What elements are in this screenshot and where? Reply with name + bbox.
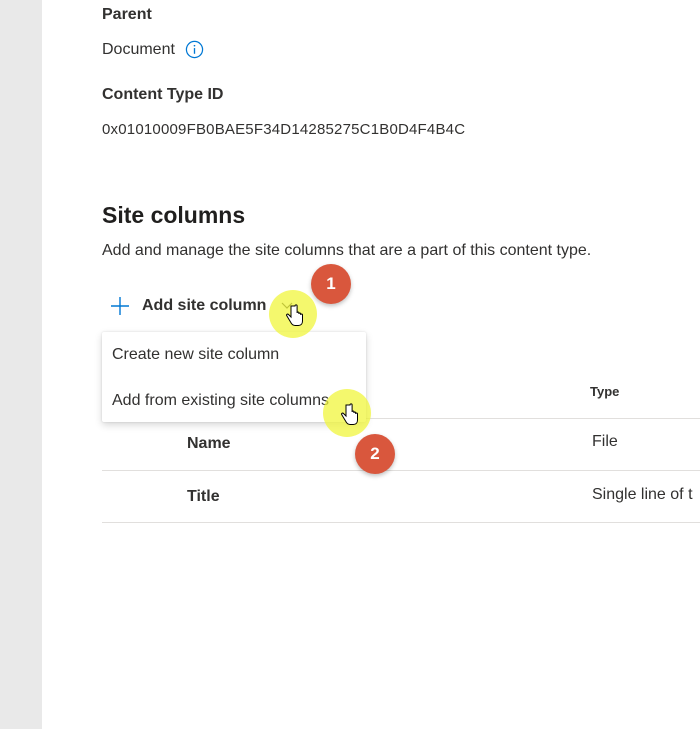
step-badge-1: 1 <box>311 264 351 304</box>
content-type-id-label: Content Type ID <box>102 86 224 103</box>
table-row-name[interactable]: Title <box>187 488 220 506</box>
table-row-type: File <box>592 433 618 450</box>
add-site-column-button[interactable]: Add site column <box>108 292 294 320</box>
hand-pointer-icon <box>286 304 303 326</box>
row-divider <box>102 522 700 523</box>
parent-value: Document <box>102 40 175 58</box>
menu-item-create-new-site-column[interactable]: Create new site column <box>112 346 279 364</box>
step-badge-2: 2 <box>355 434 395 474</box>
section-title: Site columns <box>102 202 246 228</box>
plus-icon <box>111 297 129 315</box>
table-row-name[interactable]: Name <box>187 435 231 453</box>
info-icon[interactable] <box>185 40 204 59</box>
content-type-details-panel: Parent Document Content Type ID 0x010100… <box>0 0 700 729</box>
hand-pointer-icon <box>341 403 358 425</box>
table-row-type: Single line of t <box>592 486 693 503</box>
parent-value-row: Document <box>102 40 204 59</box>
column-header-type[interactable]: Type <box>590 384 619 399</box>
section-description: Add and manage the site columns that are… <box>102 242 592 259</box>
row-divider <box>102 470 700 471</box>
add-site-column-label: Add site column <box>142 297 267 314</box>
content-type-id-value: 0x01010009FB0BAE5F34D14285275C1B0D4F4B4C <box>102 121 466 138</box>
menu-item-add-from-existing[interactable]: Add from existing site columns <box>112 392 329 410</box>
parent-label: Parent <box>102 6 152 23</box>
